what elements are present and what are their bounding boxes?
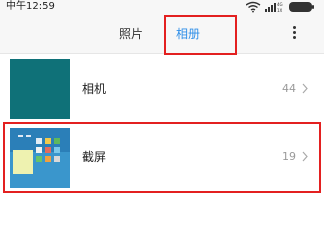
tab-photos[interactable]: 照片 bbox=[119, 14, 147, 54]
network-label: 1X bbox=[277, 8, 283, 13]
signal-label: 4G bbox=[277, 2, 283, 7]
album-item-camera[interactable]: 相机 44 bbox=[0, 56, 324, 122]
top-bar: 照片 相册 bbox=[0, 14, 324, 54]
highlight-box-screenshots-album bbox=[3, 122, 321, 193]
album-thumbnail-camera bbox=[10, 59, 70, 119]
signal-icon: 4G 1X bbox=[265, 2, 283, 13]
highlight-box-albums-tab bbox=[164, 15, 237, 55]
album-count: 44 bbox=[282, 82, 296, 95]
album-name: 相机 bbox=[82, 82, 107, 96]
battery-icon bbox=[289, 2, 314, 12]
status-time: 中午12:59 bbox=[6, 1, 55, 12]
status-icons: 4G 1X bbox=[246, 1, 316, 13]
wifi-icon bbox=[246, 1, 261, 13]
status-bar: 中午12:59 4G 1X bbox=[0, 0, 324, 14]
chevron-right-icon bbox=[302, 83, 308, 94]
more-vertical-icon[interactable] bbox=[287, 26, 301, 42]
